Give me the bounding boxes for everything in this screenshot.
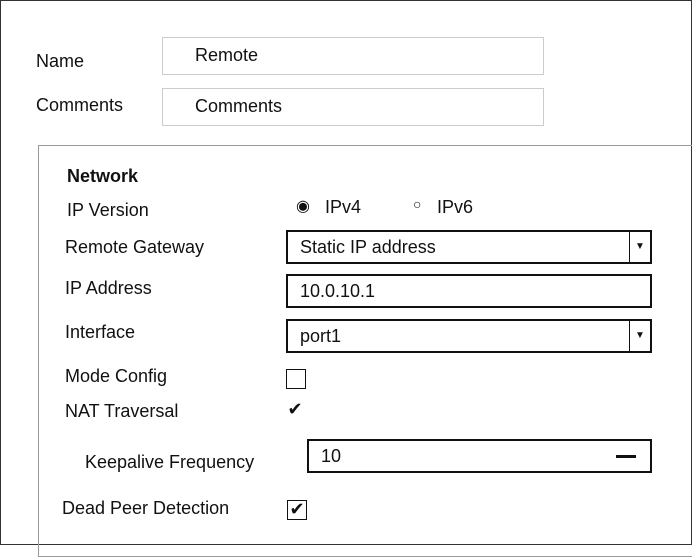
- ip-address-label: IP Address: [65, 278, 152, 298]
- interface-value: port1: [300, 326, 342, 346]
- name-input[interactable]: Remote: [162, 37, 544, 75]
- ipv6-radio[interactable]: ○: [413, 196, 421, 212]
- comments-label: Comments: [36, 95, 124, 115]
- dpd-checkbox[interactable]: ✔: [287, 500, 307, 520]
- chevron-down-icon: ▼: [629, 321, 650, 351]
- comments-textarea[interactable]: Comments: [162, 88, 544, 126]
- remote-gateway-select[interactable]: Static IP address ▼: [286, 230, 652, 264]
- interface-label: Interface: [65, 322, 136, 342]
- network-title: Network: [67, 166, 139, 186]
- chevron-down-icon: ▼: [629, 232, 650, 262]
- mode-config-label: Mode Config: [65, 366, 168, 386]
- keepalive-label: Keepalive Frequency: [85, 452, 255, 472]
- nat-traversal-checkbox[interactable]: ✔: [286, 400, 304, 419]
- ipv4-label: IPv4: [325, 197, 362, 217]
- remote-gateway-label: Remote Gateway: [65, 237, 205, 257]
- minus-icon[interactable]: [616, 455, 636, 458]
- keepalive-input[interactable]: 10: [307, 439, 652, 473]
- ipv4-radio[interactable]: ◉: [296, 196, 310, 216]
- nat-traversal-label: NAT Traversal: [65, 401, 179, 421]
- interface-select[interactable]: port1 ▼: [286, 319, 652, 353]
- name-label: Name: [36, 51, 85, 71]
- ip-address-input[interactable]: 10.0.10.1: [286, 274, 652, 308]
- keepalive-value: 10: [321, 446, 342, 466]
- mode-config-checkbox[interactable]: [286, 369, 306, 389]
- ipv6-label: IPv6: [437, 197, 474, 217]
- ip-version-label: IP Version: [67, 200, 149, 220]
- remote-gateway-value: Static IP address: [300, 237, 436, 257]
- dpd-label: Dead Peer Detection: [62, 498, 230, 518]
